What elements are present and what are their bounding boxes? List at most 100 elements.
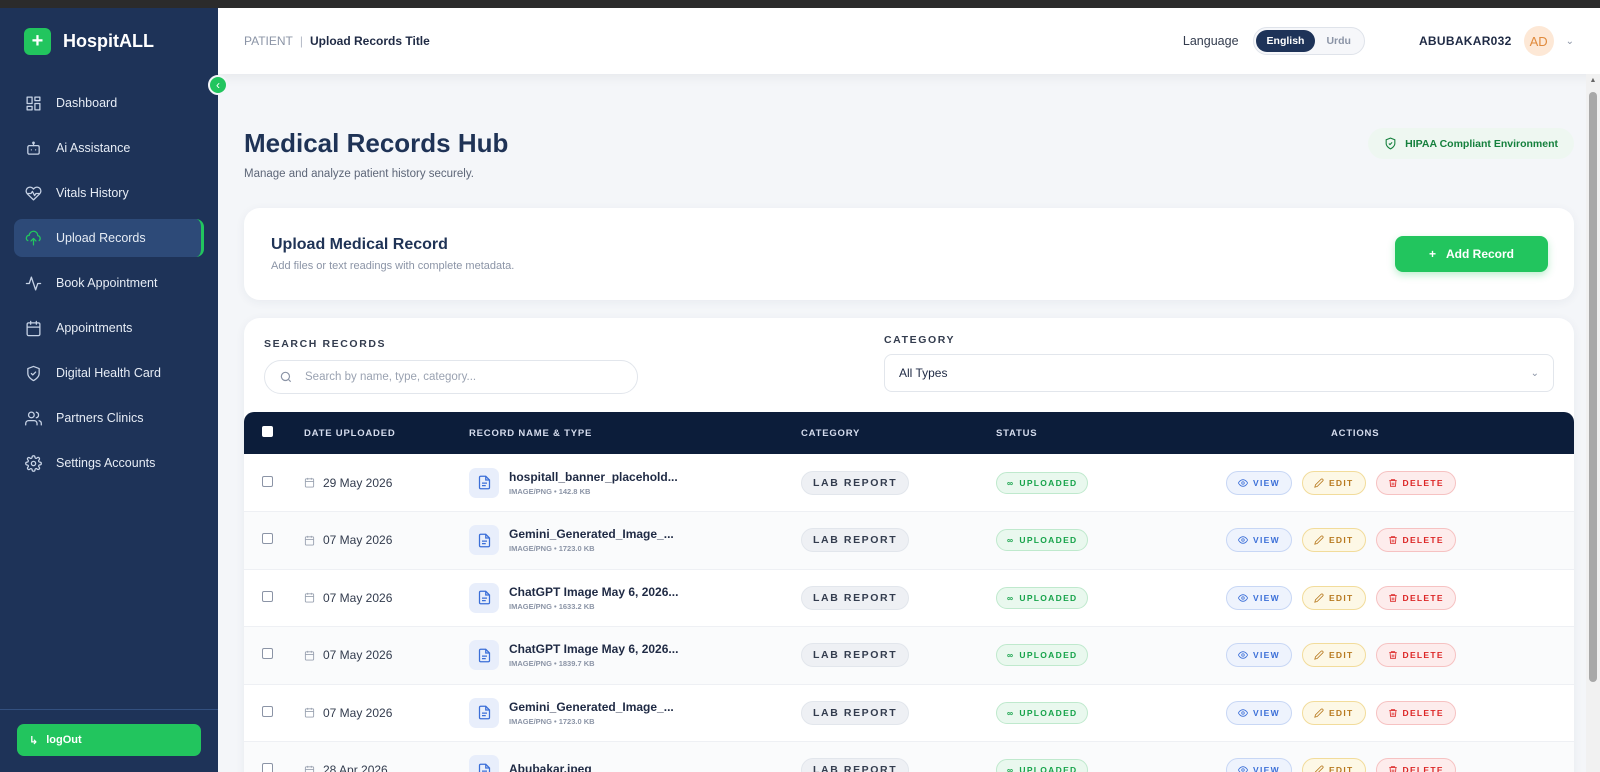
username[interactable]: ABUBAKAR032 bbox=[1419, 34, 1512, 48]
view-button[interactable]: VIEW bbox=[1226, 528, 1292, 553]
edit-label: EDIT bbox=[1328, 477, 1354, 488]
category-pill: LAB REPORT bbox=[801, 700, 910, 725]
hero: Medical Records Hub Manage and analyze p… bbox=[244, 128, 1574, 180]
view-button[interactable]: VIEW bbox=[1226, 585, 1292, 610]
scroll-thumb[interactable] bbox=[1589, 92, 1597, 682]
brand[interactable]: + HospitALL bbox=[0, 8, 218, 74]
row-select-cell bbox=[244, 454, 304, 512]
add-record-button[interactable]: + Add Record bbox=[1395, 236, 1548, 272]
sidebar-item-upload-records[interactable]: Upload Records bbox=[14, 219, 204, 257]
actions-cell: VIEW EDIT DELETE bbox=[1226, 626, 1574, 685]
edit-button[interactable]: EDIT bbox=[1301, 700, 1366, 725]
scrollbar[interactable]: ▲ bbox=[1586, 74, 1600, 772]
upload-date: 07 May 2026 bbox=[323, 705, 393, 720]
sidebar-item-vitals-history[interactable]: Vitals History bbox=[14, 174, 204, 212]
delete-label: DELETE bbox=[1402, 477, 1444, 488]
delete-button[interactable]: DELETE bbox=[1375, 470, 1456, 495]
record-name[interactable]: Abubakar.jpeg bbox=[509, 762, 592, 772]
row-select-cell bbox=[244, 569, 304, 627]
topbar-right: Language English Urdu ABUBAKAR032 AD ⌄ bbox=[1183, 26, 1574, 56]
search-filter: SEARCH RECORDS Search by name, type, cat… bbox=[264, 334, 884, 394]
column-status[interactable]: STATUS bbox=[996, 412, 1226, 454]
logout-label: logOut bbox=[46, 734, 82, 746]
row-checkbox[interactable] bbox=[262, 763, 273, 772]
delete-button[interactable]: DELETE bbox=[1375, 758, 1456, 772]
category-cell: LAB REPORT bbox=[801, 454, 996, 512]
record-name[interactable]: ChatGPT Image May 6, 2026... bbox=[509, 642, 678, 656]
chevron-down-icon[interactable]: ⌄ bbox=[1566, 36, 1574, 47]
hipaa-badge: HIPAA Compliant Environment bbox=[1368, 128, 1574, 159]
breadcrumb-separator: | bbox=[299, 34, 304, 48]
file-icon bbox=[469, 467, 499, 498]
column-record-name[interactable]: RECORD NAME & TYPE bbox=[469, 412, 801, 454]
sidebar-item-label: Digital Health Card bbox=[56, 366, 161, 380]
table-row[interactable]: 07 May 2026 ChatGPT Image May 6, 2026...… bbox=[244, 569, 1574, 627]
record-name[interactable]: Gemini_Generated_Image_... bbox=[509, 700, 674, 714]
row-select-cell bbox=[244, 684, 304, 742]
status-badge: ∞ UPLOADED bbox=[996, 529, 1089, 552]
edit-button[interactable]: EDIT bbox=[1301, 585, 1366, 610]
link-icon: ∞ bbox=[1007, 592, 1015, 603]
heart-pulse-icon bbox=[25, 185, 42, 202]
row-checkbox[interactable] bbox=[262, 648, 273, 660]
delete-button[interactable]: DELETE bbox=[1375, 528, 1456, 553]
language-option-urdu[interactable]: Urdu bbox=[1315, 30, 1362, 52]
pencil-icon bbox=[1314, 478, 1324, 488]
record-name[interactable]: ChatGPT Image May 6, 2026... bbox=[509, 585, 678, 599]
column-category[interactable]: CATEGORY bbox=[801, 412, 996, 454]
avatar[interactable]: AD bbox=[1523, 26, 1554, 56]
sidebar-item-partners-clinics[interactable]: Partners Clinics bbox=[14, 399, 204, 437]
edit-button[interactable]: EDIT bbox=[1301, 470, 1366, 495]
record-name[interactable]: Gemini_Generated_Image_... bbox=[509, 527, 674, 541]
calendar-icon bbox=[304, 477, 315, 488]
activity-icon bbox=[25, 275, 42, 292]
language-option-english[interactable]: English bbox=[1255, 30, 1316, 52]
eye-icon bbox=[1238, 708, 1248, 717]
file-icon bbox=[469, 697, 499, 728]
sidebar-item-digital-health-card[interactable]: Digital Health Card bbox=[14, 354, 204, 392]
view-button[interactable]: VIEW bbox=[1226, 758, 1292, 772]
chevron-left-icon[interactable]: ‹ bbox=[208, 75, 228, 95]
search-input[interactable]: Search by name, type, category... bbox=[264, 360, 638, 394]
record-name[interactable]: hospitall_banner_placehold... bbox=[509, 470, 678, 484]
sidebar-item-book-appointment[interactable]: Book Appointment bbox=[14, 264, 204, 302]
upload-date: 07 May 2026 bbox=[323, 590, 393, 605]
sidebar-item-appointments[interactable]: Appointments bbox=[14, 309, 204, 347]
sidebar-item-settings-accounts[interactable]: Settings Accounts bbox=[14, 444, 204, 482]
breadcrumb-root[interactable]: PATIENT bbox=[244, 34, 293, 48]
records-card: SEARCH RECORDS Search by name, type, cat… bbox=[244, 318, 1574, 772]
scroll-up-arrow[interactable]: ▲ bbox=[1586, 74, 1600, 86]
edit-button[interactable]: EDIT bbox=[1301, 758, 1366, 772]
sidebar-item-dashboard[interactable]: Dashboard bbox=[14, 84, 204, 122]
logout-button[interactable]: ↳ logOut bbox=[17, 724, 201, 756]
category-select[interactable]: All Types ⌄ bbox=[884, 354, 1554, 392]
table-row[interactable]: 07 May 2026 Gemini_Generated_Image_... I… bbox=[244, 511, 1574, 570]
eye-icon bbox=[1238, 651, 1248, 660]
view-button[interactable]: VIEW bbox=[1226, 470, 1292, 495]
table-row[interactable]: 07 May 2026 ChatGPT Image May 6, 2026...… bbox=[244, 626, 1574, 685]
delete-button[interactable]: DELETE bbox=[1375, 700, 1456, 725]
row-checkbox[interactable] bbox=[262, 590, 273, 602]
view-button[interactable]: VIEW bbox=[1226, 700, 1292, 725]
sidebar: + HospitALL ‹ Dashboard Ai Assistance Vi… bbox=[0, 8, 228, 772]
delete-button[interactable]: DELETE bbox=[1375, 643, 1456, 668]
table-row[interactable]: 29 May 2026 hospitall_banner_placehold..… bbox=[244, 454, 1574, 512]
row-checkbox[interactable] bbox=[262, 475, 273, 487]
table-row[interactable]: 07 May 2026 Gemini_Generated_Image_... I… bbox=[244, 684, 1574, 742]
edit-button[interactable]: EDIT bbox=[1301, 528, 1366, 553]
actions-cell: VIEW EDIT DELETE bbox=[1226, 511, 1574, 570]
link-icon: ∞ bbox=[1007, 535, 1015, 546]
status-cell: ∞ UPLOADED bbox=[996, 511, 1226, 570]
breadcrumb-current: Upload Records Title bbox=[310, 34, 430, 48]
row-checkbox[interactable] bbox=[262, 705, 273, 717]
table-row[interactable]: 28 Apr 2026 Abubakar.jpeg LAB REPORT ∞ U… bbox=[244, 741, 1574, 772]
column-date[interactable]: DATE UPLOADED bbox=[304, 412, 469, 454]
sidebar-item-ai-assistance[interactable]: Ai Assistance bbox=[14, 129, 204, 167]
delete-button[interactable]: DELETE bbox=[1375, 585, 1456, 610]
edit-label: EDIT bbox=[1328, 765, 1354, 772]
row-checkbox[interactable] bbox=[262, 533, 273, 545]
edit-button[interactable]: EDIT bbox=[1301, 643, 1366, 668]
sidebar-footer: ↳ logOut bbox=[0, 709, 218, 772]
select-all-checkbox[interactable] bbox=[262, 426, 273, 437]
view-button[interactable]: VIEW bbox=[1226, 643, 1292, 668]
